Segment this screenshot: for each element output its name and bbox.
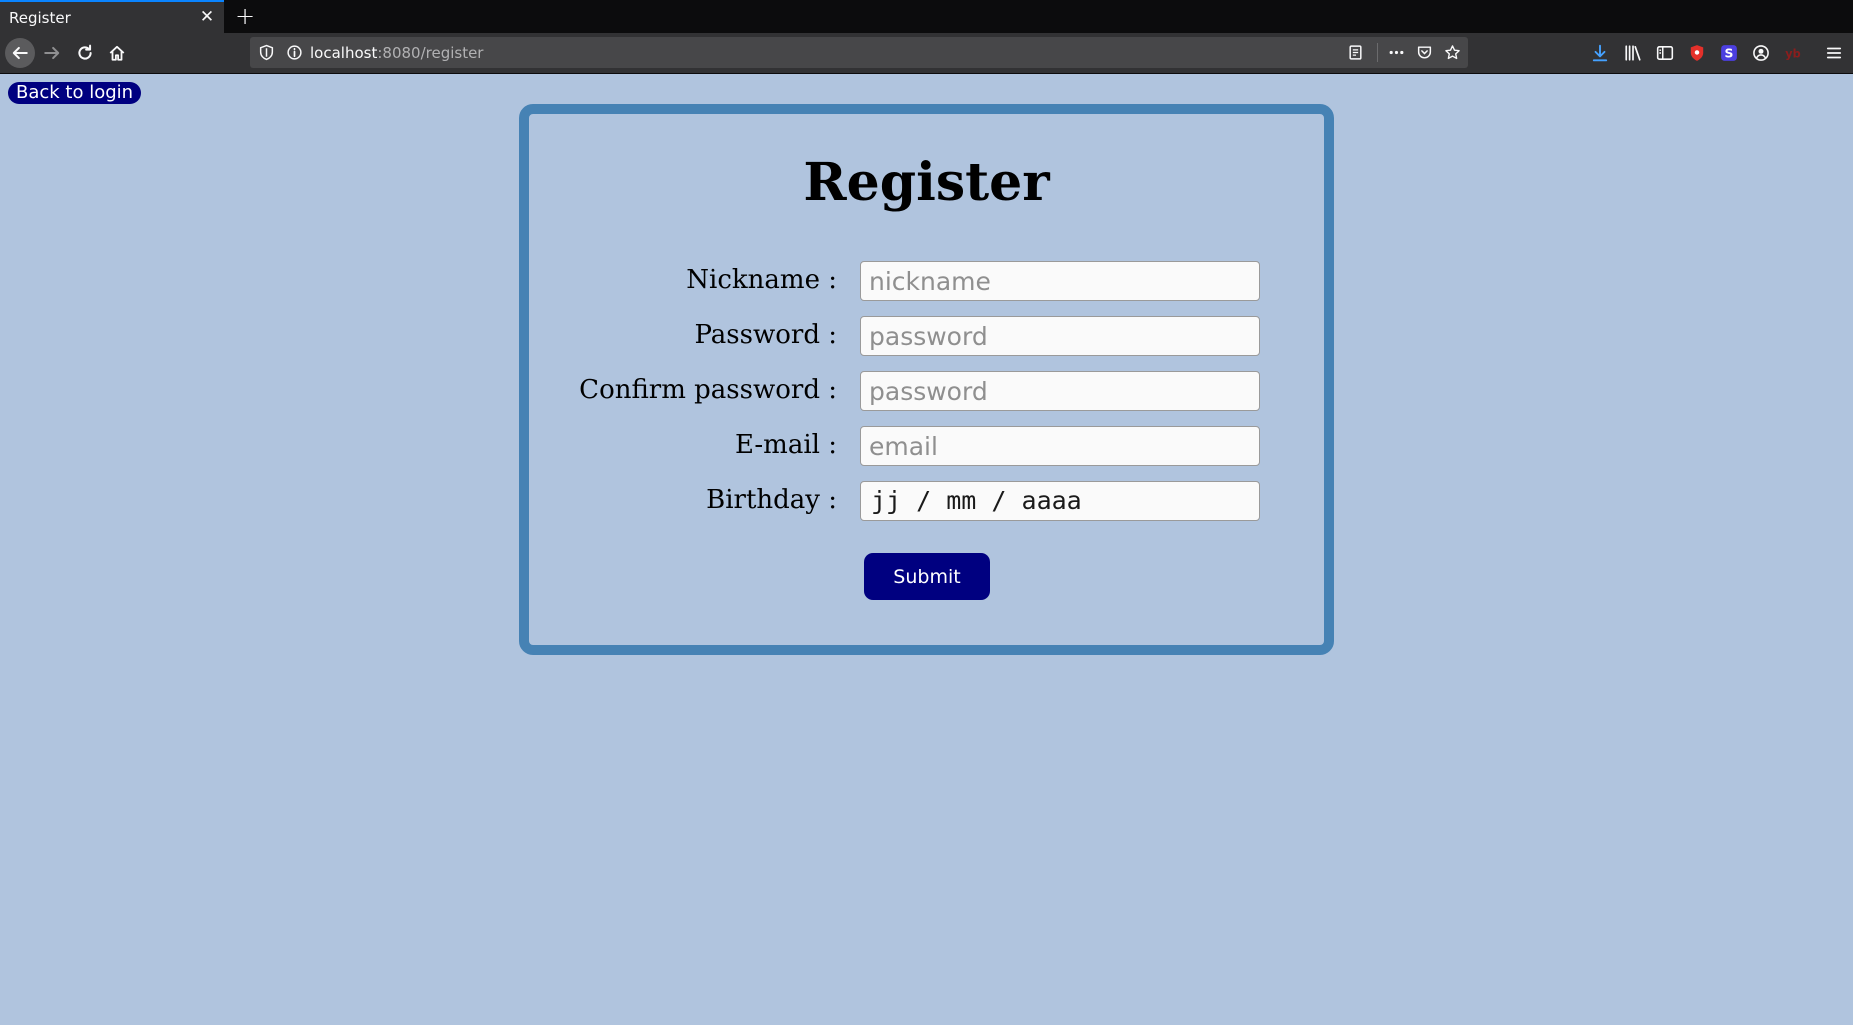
register-card: Register Nickname : Password : Confirm p…	[519, 104, 1334, 655]
back-arrow-icon[interactable]	[5, 38, 35, 68]
svg-text:yb: yb	[1785, 48, 1800, 61]
back-to-login-link[interactable]: Back to login	[8, 82, 142, 104]
tab-register[interactable]: Register ✕	[0, 0, 224, 33]
account-icon[interactable]	[1751, 43, 1771, 63]
extension-red-icon[interactable]	[1687, 43, 1707, 63]
svg-text:S: S	[1725, 47, 1734, 61]
star-icon[interactable]	[1443, 43, 1462, 62]
email-label: E-mail :	[734, 430, 837, 460]
url-separator	[1377, 43, 1378, 62]
form-row-confirm-password: Confirm password :	[529, 371, 1324, 411]
extension-s-icon[interactable]: S	[1719, 43, 1739, 63]
url-text[interactable]: localhost:8080/register	[310, 44, 483, 62]
form-row-birthday: Birthday : jj / mm / aaaa	[529, 481, 1324, 521]
sidebar-icon[interactable]	[1655, 43, 1675, 63]
reload-icon[interactable]	[70, 38, 100, 68]
more-icon[interactable]	[1387, 43, 1406, 62]
form-row-email: E-mail :	[529, 426, 1324, 466]
pocket-icon[interactable]	[1415, 43, 1434, 62]
home-icon[interactable]	[102, 38, 132, 68]
password-input[interactable]	[860, 316, 1260, 356]
tab-close-icon[interactable]: ✕	[198, 8, 216, 26]
library-icon[interactable]	[1623, 43, 1643, 63]
form-row-password: Password :	[529, 316, 1324, 356]
submit-button[interactable]: Submit	[864, 553, 990, 600]
download-icon[interactable]	[1590, 43, 1610, 63]
confirm-password-input[interactable]	[860, 371, 1260, 411]
url-path: :8080/register	[377, 44, 484, 62]
url-host: localhost	[310, 44, 378, 62]
password-label: Password :	[694, 320, 837, 350]
menu-icon[interactable]	[1821, 43, 1847, 63]
reader-view-icon[interactable]	[1346, 43, 1365, 62]
form-row-nickname: Nickname :	[529, 261, 1324, 301]
nickname-label: Nickname :	[686, 265, 837, 295]
confirm-password-label: Confirm password :	[579, 375, 837, 405]
nickname-input[interactable]	[860, 261, 1260, 301]
extension-yb-icon[interactable]: yb	[1783, 43, 1803, 63]
forward-arrow-icon[interactable]	[37, 38, 67, 68]
address-bar[interactable]: localhost:8080/register	[250, 37, 1468, 68]
page-title: Register	[803, 152, 1050, 213]
shield-icon[interactable]	[258, 44, 275, 61]
tab-title: Register	[9, 9, 71, 27]
info-icon[interactable]	[286, 44, 303, 61]
new-tab-button[interactable]: +	[232, 3, 258, 29]
email-input[interactable]	[860, 426, 1260, 466]
birthday-label: Birthday :	[706, 485, 837, 515]
navigation-toolbar: localhost:8080/register S yb	[0, 33, 1853, 74]
birthday-date-input[interactable]: jj / mm / aaaa	[860, 481, 1260, 521]
tab-strip: Register ✕ +	[0, 0, 1853, 33]
